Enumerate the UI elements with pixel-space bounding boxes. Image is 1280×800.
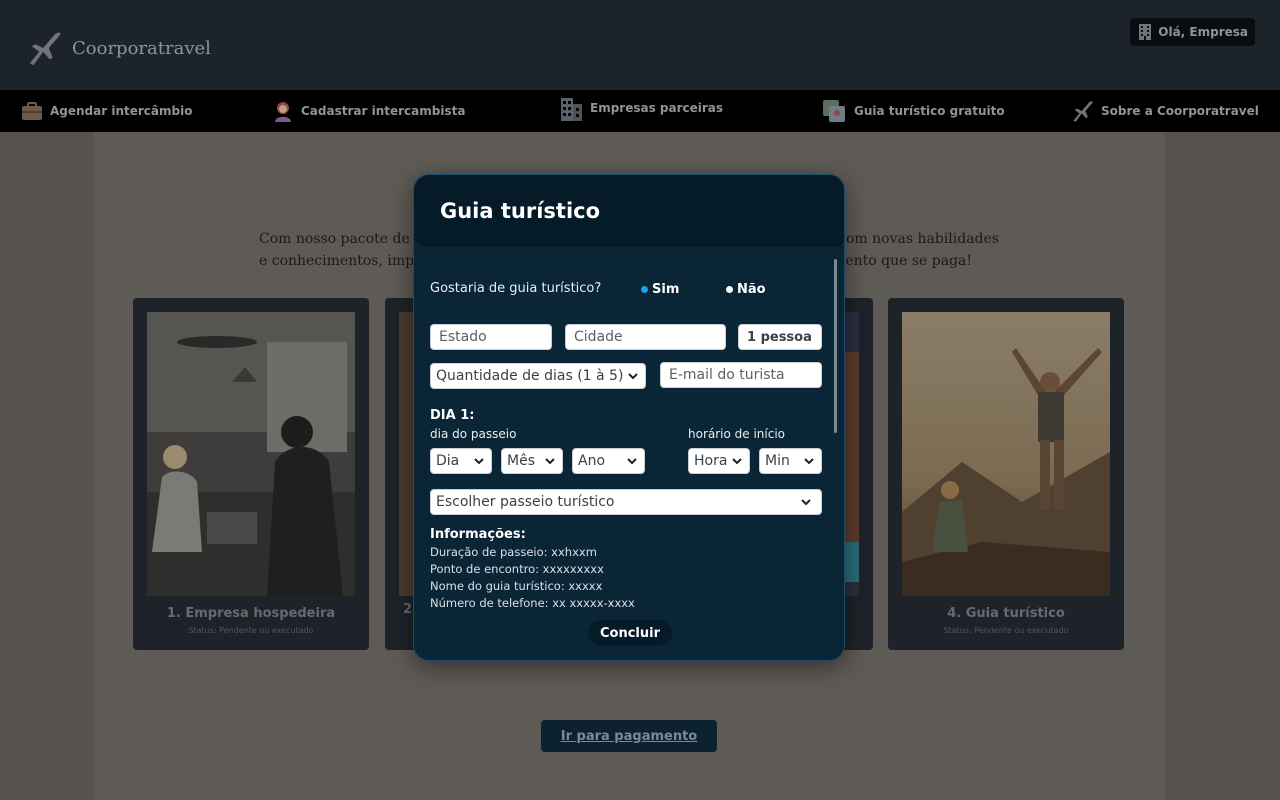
day-heading: DIA 1: <box>430 408 475 423</box>
chevron-down-icon <box>801 499 811 506</box>
info-duration: Duração de passeio: xxhxxm <box>430 545 597 559</box>
office-photo <box>147 312 355 596</box>
info-heading: Informações: <box>430 527 526 542</box>
chevron-down-icon <box>628 373 638 380</box>
chevron-down-icon <box>804 458 814 465</box>
step-card-guia[interactable]: 4. Guia turístico Status: Pendente ou ex… <box>888 298 1124 650</box>
modal-header: Guia turístico <box>414 175 844 247</box>
people-count-field[interactable]: 1 pessoa <box>738 324 822 350</box>
card-title: 4. Guia turístico <box>947 606 1065 621</box>
top-header: Coorporatravel Olá, Empresa <box>0 0 1280 90</box>
nav-item-agendar[interactable]: Agendar intercâmbio <box>20 90 192 132</box>
info-meeting-point: Ponto de encontro: xxxxxxxxx <box>430 562 604 576</box>
start-time-label: horário de início <box>688 427 786 441</box>
tour-guide-modal: Guia turístico Gostaria de guia turístic… <box>413 174 845 661</box>
user-greeting-button[interactable]: Olá, Empresa <box>1130 18 1255 46</box>
modal-title: Guia turístico <box>440 199 601 223</box>
chevron-down-icon <box>545 458 555 465</box>
radio-yes[interactable]: Sim <box>641 282 679 297</box>
airplane-icon <box>1073 101 1093 122</box>
nav-item-label: Cadastrar intercambista <box>301 104 466 118</box>
airplane-icon <box>29 32 61 66</box>
tourist-email-input[interactable] <box>669 367 813 383</box>
nav-item-sobre[interactable]: Sobre a Coorporatravel <box>1071 90 1259 132</box>
user-greeting-label: Olá, Empresa <box>1158 25 1248 39</box>
radio-dot <box>726 286 733 293</box>
main-nav: Agendar intercâmbio Cadastrar intercambi… <box>0 90 1280 132</box>
card-status: Status: Pendente ou executado <box>188 626 314 635</box>
nav-item-guia[interactable]: Guia turístico gratuito <box>820 90 1005 132</box>
day-select-label: Dia <box>436 453 460 469</box>
state-field[interactable] <box>430 324 552 350</box>
briefcase-icon <box>22 102 42 120</box>
month-select[interactable]: Mês <box>501 448 563 474</box>
nav-item-cadastrar[interactable]: Cadastrar intercambista <box>271 90 465 132</box>
year-select[interactable]: Ano <box>572 448 645 474</box>
radio-no[interactable]: Não <box>726 282 766 297</box>
state-input[interactable] <box>439 329 543 345</box>
intro-line-2-start: e conhecimentos, impuls <box>259 253 435 269</box>
day-select[interactable]: Dia <box>430 448 492 474</box>
map-icon <box>823 100 845 122</box>
nav-item-label: Agendar intercâmbio <box>50 104 193 118</box>
intro-line-1-start: Com nosso pacote de in <box>259 231 428 247</box>
step-card-empresa[interactable]: 1. Empresa hospedeira Status: Pendente o… <box>133 298 369 650</box>
nav-item-label: Guia turístico gratuito <box>854 104 1005 118</box>
city-field[interactable] <box>565 324 726 350</box>
tour-select[interactable]: Escolher passeio turístico <box>430 489 822 515</box>
go-to-payment-button[interactable]: Ir para pagamento <box>541 720 717 752</box>
city-input[interactable] <box>574 329 717 345</box>
intro-line-2-end: imento que se paga! <box>827 253 972 269</box>
minute-select[interactable]: Min <box>759 448 822 474</box>
radio-yes-label: Sim <box>652 282 680 297</box>
building-icon <box>1139 24 1152 40</box>
nav-item-label: Sobre a Coorporatravel <box>1101 104 1259 118</box>
modal-scrollbar[interactable] <box>834 259 837 433</box>
year-select-label: Ano <box>578 453 606 469</box>
hikers-photo <box>902 312 1110 596</box>
tour-select-label: Escolher passeio turístico <box>436 494 615 510</box>
days-count-label: Quantidade de dias (1 à 5) <box>436 368 624 384</box>
chevron-down-icon <box>627 458 637 465</box>
conclude-button[interactable]: Concluir <box>588 620 672 646</box>
days-count-select[interactable]: Quantidade de dias (1 à 5) <box>430 363 646 389</box>
building-icon <box>561 98 582 121</box>
person-icon <box>275 102 291 122</box>
tour-day-label: dia do passeio <box>430 427 517 441</box>
radio-no-label: Não <box>737 282 766 297</box>
intro-line-1-end: m com novas habilidades <box>820 231 999 247</box>
info-phone: Número de telefone: xx xxxxx-xxxx <box>430 596 635 610</box>
logo-text: Coorporatravel <box>72 37 211 59</box>
radio-dot-selected <box>641 286 648 293</box>
people-count-value: 1 pessoa <box>747 329 812 345</box>
month-select-label: Mês <box>507 453 535 469</box>
nav-item-empresas[interactable]: Empresas parceiras <box>558 87 723 129</box>
minute-select-label: Min <box>765 453 790 469</box>
nav-item-label: Empresas parceiras <box>590 101 724 115</box>
card-status: Status: Pendente ou executado <box>943 626 1069 635</box>
logo[interactable]: Coorporatravel <box>26 28 211 68</box>
hour-select-label: Hora <box>694 453 728 469</box>
info-guide-name: Nome do guia turístico: xxxxx <box>430 579 603 593</box>
tourist-email-field[interactable] <box>660 362 822 388</box>
guide-question: Gostaria de guia turístico? <box>430 281 602 296</box>
hour-select[interactable]: Hora <box>688 448 750 474</box>
card-title: 1. Empresa hospedeira <box>166 606 336 621</box>
chevron-down-icon <box>474 458 484 465</box>
chevron-down-icon <box>732 458 742 465</box>
